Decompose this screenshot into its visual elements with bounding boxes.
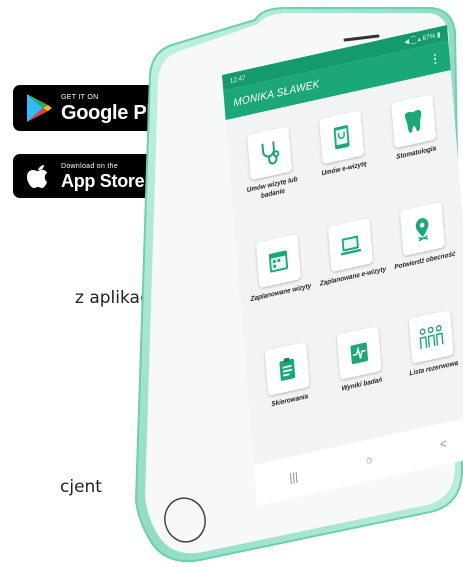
tile-box: [399, 201, 445, 257]
overflow-menu-icon[interactable]: ⋮: [429, 51, 441, 67]
tile-box: [336, 325, 382, 380]
tile-label: Zaplanowane e-wizyty: [319, 266, 387, 288]
laptop-icon: [341, 235, 361, 256]
phone-screen: 12:47 ◀ ⁐ ▴ 67% ▮ MONIKA SŁAWEK ⋮ Umów w…: [222, 25, 463, 507]
tile-referrals[interactable]: Skierowania: [249, 338, 329, 452]
tooth-icon: [404, 109, 422, 133]
app-content: Umów wizytę lub badanie Umów e-wizytę St…: [225, 70, 463, 480]
tile-label: Skierowania: [271, 393, 309, 409]
tile-box: [264, 341, 310, 396]
tile-book-visit[interactable]: Umów wizytę lub badanie: [232, 123, 312, 237]
ecg-folder-icon: [350, 342, 369, 365]
clipboard-icon: [279, 357, 296, 381]
tile-planned-evisits[interactable]: Zaplanowane e-wizyty: [313, 214, 393, 328]
home-nav-button[interactable]: ○: [365, 453, 373, 468]
tile-label: Umów e-wizytę: [321, 160, 368, 178]
tile-book-evisit[interactable]: Umów e-wizytę: [304, 107, 384, 221]
people-queue-icon: [419, 324, 444, 350]
tile-label: Potwierdź obecność: [394, 250, 456, 272]
tile-planned-visits[interactable]: Zaplanowane wizyty: [241, 230, 321, 344]
tile-box: [408, 309, 454, 364]
stethoscope-icon: [261, 141, 280, 165]
tile-reserve-list[interactable]: Lista rezerwowa: [393, 306, 463, 420]
recent-apps-button[interactable]: |||: [289, 469, 299, 485]
status-time: 12:47: [229, 74, 246, 85]
location-pin-icon: [415, 218, 429, 242]
tile-label: Umów wizytę lub badanie: [246, 175, 298, 200]
tile-confirm-attendance[interactable]: Potwierdź obecność: [385, 198, 463, 312]
tile-label: Lista rezerwowa: [409, 359, 459, 378]
tile-dentistry[interactable]: Stomatologia: [376, 91, 456, 205]
tablet-stethoscope-icon: [333, 125, 350, 150]
tile-box: [319, 110, 365, 165]
back-nav-button[interactable]: <: [440, 436, 447, 451]
phone-mockup: 12:47 ◀ ⁐ ▴ 67% ▮ MONIKA SŁAWEK ⋮ Umów w…: [0, 0, 463, 567]
tile-label: Stomatologia: [395, 145, 437, 161]
tile-label: Zaplanowane wizyty: [250, 282, 312, 304]
tile-box: [247, 126, 293, 181]
tile-label: Wyniki badań: [341, 376, 383, 393]
tile-test-results[interactable]: Wyniki badań: [321, 322, 401, 436]
tile-box: [391, 94, 437, 149]
tile-box: [255, 233, 301, 289]
calendar-icon: [268, 250, 289, 273]
tile-box: [327, 217, 373, 273]
